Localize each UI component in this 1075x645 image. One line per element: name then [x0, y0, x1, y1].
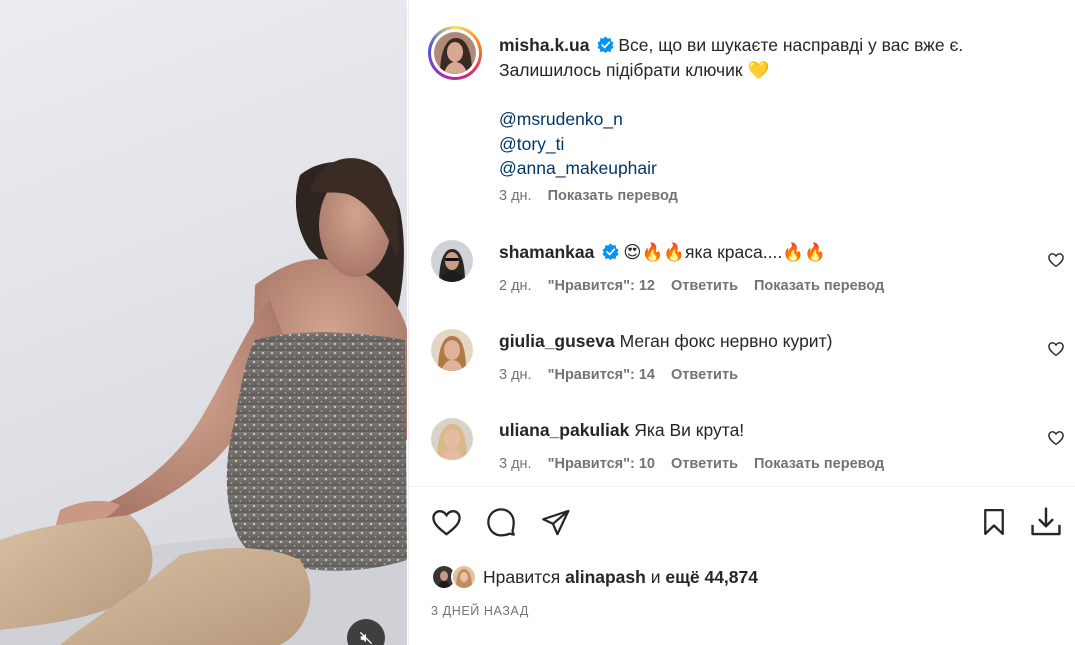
liker-avatar-image — [453, 566, 475, 588]
download-button[interactable] — [1029, 505, 1063, 539]
translate-button[interactable]: Показать перевод — [548, 188, 678, 204]
caption-mentions: @msrudenko_n @tory_ti @anna_makeuphair — [499, 107, 1039, 181]
post-details-panel: misha.k.ua Все, що ви шукаєте насправді … — [408, 0, 1075, 645]
comment-time[interactable]: 2 дн. — [499, 278, 532, 294]
reply-button[interactable]: Ответить — [671, 278, 738, 294]
liker-username[interactable]: alinapash — [565, 567, 646, 587]
comment-username[interactable]: uliana_pakuliak — [499, 420, 629, 440]
reply-button[interactable]: Ответить — [671, 456, 738, 472]
comment-likes[interactable]: "Нравится": 10 — [548, 456, 655, 472]
verified-badge-icon — [597, 36, 614, 53]
comment-text: 😍🔥🔥яка краса....🔥🔥 — [623, 242, 826, 262]
save-button[interactable] — [977, 505, 1011, 539]
author-avatar-image — [434, 32, 476, 74]
mention-link[interactable]: @tory_ti — [499, 132, 1039, 157]
likes-count[interactable]: ещё 44,874 — [665, 567, 758, 587]
author-username[interactable]: misha.k.ua — [499, 35, 589, 55]
post-photo — [0, 158, 407, 645]
commenter-avatar[interactable] — [431, 418, 473, 460]
post-date[interactable]: 3 ДНЕЙ НАЗАД — [431, 604, 529, 618]
post-caption: misha.k.ua Все, що ви шукаєте насправді … — [499, 33, 1039, 181]
comment-likes[interactable]: "Нравится": 12 — [548, 278, 655, 294]
heart-icon — [431, 509, 461, 536]
translate-button[interactable]: Показать перевод — [754, 278, 884, 294]
reply-button[interactable]: Ответить — [671, 367, 738, 383]
comment-body: giulia_guseva Меган фокс нервно курит) — [499, 329, 832, 353]
like-button[interactable] — [429, 505, 463, 539]
heart-icon[interactable] — [1047, 429, 1065, 447]
mention-link[interactable]: @anna_makeuphair — [499, 156, 1039, 181]
likes-prefix: Нравится — [483, 566, 561, 587]
comment-body: shamankaa 😍🔥🔥яка краса....🔥🔥 — [499, 240, 826, 264]
commenter-avatar-image — [431, 418, 473, 460]
comment-icon — [487, 508, 515, 537]
commenter-avatar[interactable] — [431, 240, 473, 282]
verified-badge-icon — [602, 243, 619, 260]
yellow-heart-emoji: 💛 — [747, 60, 770, 80]
author-avatar[interactable] — [428, 26, 482, 80]
comment-button[interactable] — [484, 505, 518, 539]
heart-icon[interactable] — [1047, 340, 1065, 358]
caption-time[interactable]: 3 дн. — [499, 188, 532, 204]
actions-divider — [409, 486, 1075, 487]
bookmark-icon — [984, 509, 1004, 535]
share-button[interactable] — [538, 505, 572, 539]
commenter-avatar[interactable] — [431, 329, 473, 371]
commenter-avatar-image — [431, 329, 473, 371]
commenter-avatar-image — [431, 240, 473, 282]
download-icon — [1031, 507, 1061, 536]
comment-likes[interactable]: "Нравится": 14 — [548, 367, 655, 383]
comment-meta: 3 дн. "Нравится": 14 Ответить — [499, 367, 738, 383]
comment-text: Яка Ви крута! — [634, 420, 745, 440]
share-icon — [541, 509, 570, 535]
comment-body: uliana_pakuliak Яка Ви крута! — [499, 418, 744, 442]
comment-time[interactable]: 3 дн. — [499, 456, 532, 472]
mention-link[interactable]: @msrudenko_n — [499, 107, 1039, 132]
comment-username[interactable]: shamankaa — [499, 242, 594, 262]
liker-avatar[interactable] — [451, 564, 477, 590]
comment-username[interactable]: giulia_guseva — [499, 331, 615, 351]
comment-meta: 2 дн. "Нравится": 12 Ответить Показать п… — [499, 278, 884, 294]
post-media[interactable] — [0, 0, 407, 645]
translate-button[interactable]: Показать перевод — [754, 456, 884, 472]
muted-speaker-icon — [360, 632, 372, 644]
likes-summary: Нравится alinapash и ещё 44,874 — [431, 563, 758, 591]
likes-and: и — [650, 566, 661, 587]
likes-text: Нравится alinapash и ещё 44,874 — [483, 567, 758, 588]
caption-meta: 3 дн. Показать перевод — [499, 188, 678, 204]
comment-meta: 3 дн. "Нравится": 10 Ответить Показать п… — [499, 456, 884, 472]
comment-time[interactable]: 3 дн. — [499, 367, 532, 383]
heart-icon[interactable] — [1047, 251, 1065, 269]
comment-text: Меган фокс нервно курит) — [619, 331, 833, 351]
